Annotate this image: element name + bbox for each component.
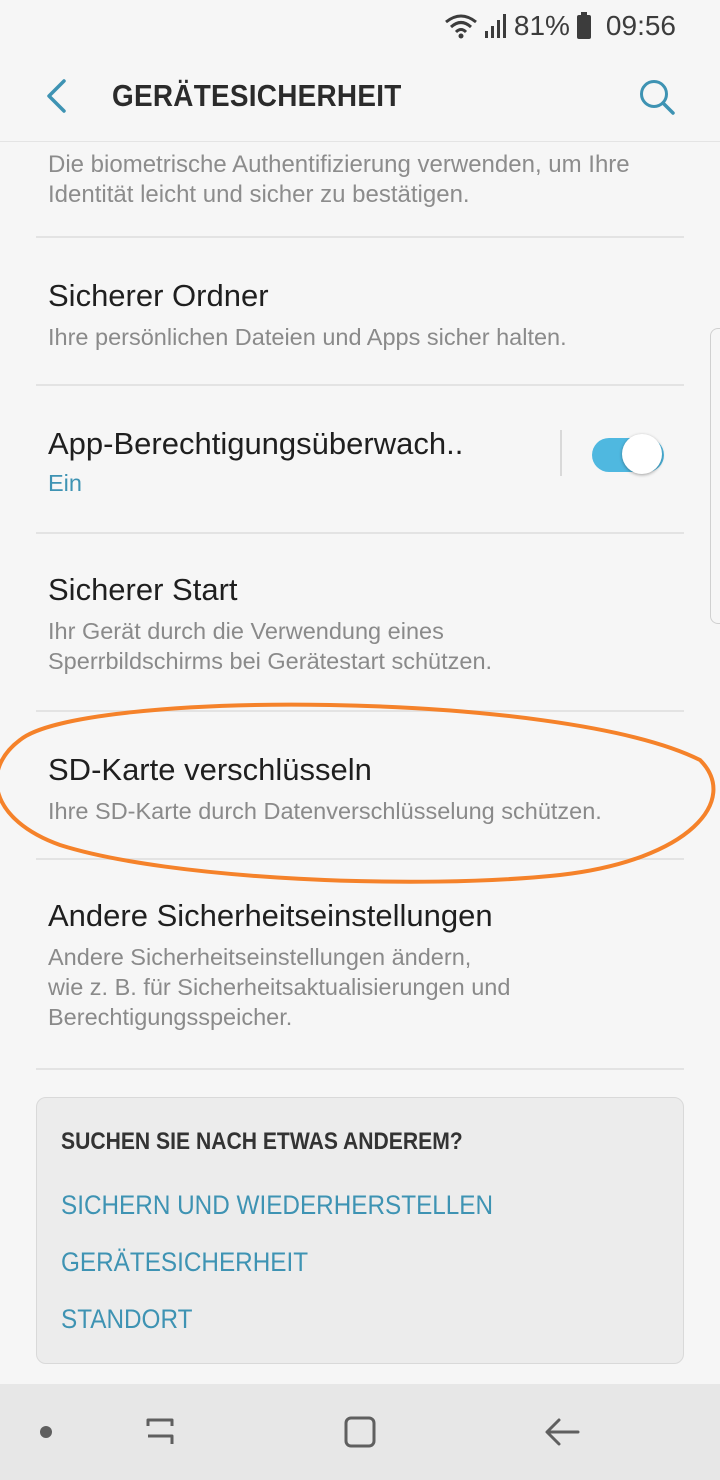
search-icon xyxy=(640,80,675,115)
nav-home-button[interactable] xyxy=(336,1408,384,1456)
link-device-security[interactable]: GERÄTESICHERHEIT xyxy=(61,1247,308,1278)
back-icon xyxy=(545,1418,580,1446)
recents-icon xyxy=(146,1418,174,1444)
setting-secure-folder[interactable]: Sicherer Ordner Ihre persönlichen Dateie… xyxy=(0,238,720,384)
setting-title: Andere Sicherheitseinstellungen xyxy=(48,898,493,933)
biometric-description: Die biometrische Authentifizierung verwe… xyxy=(48,151,630,208)
settings-list[interactable]: Die biometrische Authentifizierung verwe… xyxy=(0,142,720,1070)
app-bar: GERÄTESICHERHEIT xyxy=(0,52,720,142)
search-button[interactable] xyxy=(634,74,680,120)
switch-divider xyxy=(560,430,562,476)
signal-icon xyxy=(484,13,508,39)
setting-title: SD-Karte verschlüsseln xyxy=(48,752,372,787)
home-icon xyxy=(344,1416,376,1448)
app-permission-toggle[interactable] xyxy=(592,434,664,474)
divider xyxy=(36,1068,684,1070)
setting-other-security[interactable]: Andere Sicherheitseinstellungen Andere S… xyxy=(0,860,720,1068)
suggestions-card: SUCHEN SIE NACH ETWAS ANDEREM? SICHERN U… xyxy=(36,1097,684,1364)
setting-title: App-Berechtigungsüberwach.. xyxy=(48,426,464,461)
wifi-icon xyxy=(444,13,478,39)
battery-percent: 81% xyxy=(513,10,570,41)
setting-description: Ihre persönlichen Dateien und Apps siche… xyxy=(48,324,567,350)
page-title: GERÄTESICHERHEIT xyxy=(112,78,402,113)
edge-panel-handle[interactable] xyxy=(710,328,720,624)
suggestions-heading: SUCHEN SIE NACH ETWAS ANDEREM? xyxy=(61,1128,463,1155)
setting-description: Andere Sicherheitseinstellungen ändern, … xyxy=(48,944,511,1030)
toggle-thumb xyxy=(622,434,662,474)
setting-description: Ihre SD-Karte durch Datenverschlüsselung… xyxy=(48,798,602,824)
nav-dot-button[interactable] xyxy=(22,1408,70,1456)
navigation-bar xyxy=(0,1384,720,1480)
battery-icon xyxy=(576,12,592,40)
status-time: 09:56 xyxy=(605,10,676,41)
back-button[interactable] xyxy=(34,74,78,118)
setting-title: Sicherer Ordner xyxy=(48,278,269,313)
nav-recents-button[interactable] xyxy=(136,1408,184,1456)
back-arrow-icon xyxy=(47,79,66,113)
nav-back-button[interactable] xyxy=(538,1408,586,1456)
link-location[interactable]: STANDORT xyxy=(61,1304,192,1335)
status-bar: 81% 09:56 xyxy=(0,0,720,52)
setting-app-permission-monitor[interactable]: App-Berechtigungsüberwach.. Ein xyxy=(0,386,720,532)
setting-status: Ein xyxy=(48,470,82,496)
setting-secure-startup[interactable]: Sicherer Start Ihr Gerät durch die Verwe… xyxy=(0,534,720,710)
setting-title: Sicherer Start xyxy=(48,572,238,607)
setting-encrypt-sd-card[interactable]: SD-Karte verschlüsseln Ihre SD-Karte dur… xyxy=(0,712,720,858)
dot-icon xyxy=(40,1426,52,1438)
link-backup-restore[interactable]: SICHERN UND WIEDERHERSTELLEN xyxy=(61,1190,493,1221)
setting-description: Ihr Gerät durch die Verwendung eines Spe… xyxy=(48,618,493,674)
